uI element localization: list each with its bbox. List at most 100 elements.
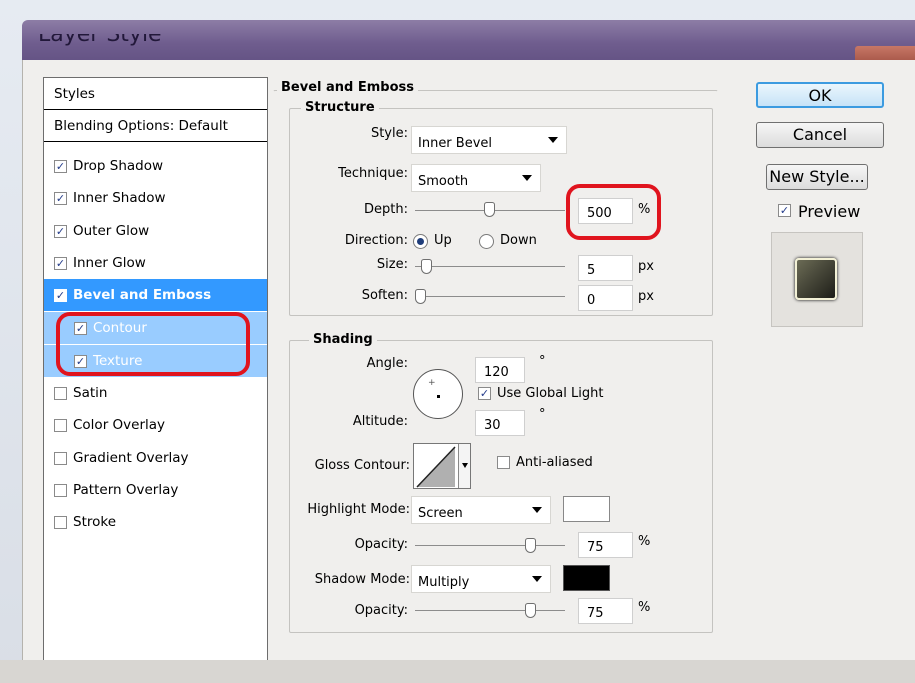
highlight-opacity-label: Opacity:	[354, 537, 408, 552]
cancel-button[interactable]: Cancel	[756, 122, 884, 148]
style-item-label: Color Overlay	[73, 417, 166, 433]
anti-aliased-checkbox[interactable]	[497, 456, 510, 469]
style-item-stroke[interactable]: Stroke	[44, 506, 267, 538]
shadow-opacity-value: 75	[587, 606, 604, 621]
new-style-button[interactable]: New Style...	[766, 164, 868, 190]
direction-down-radio[interactable]	[479, 234, 494, 249]
highlight-mode-label: Highlight Mode:	[307, 502, 410, 517]
highlight-mode-dropdown[interactable]: Screen	[411, 496, 551, 524]
shadow-opacity-slider-track[interactable]	[415, 610, 565, 611]
styles-header-label: Styles	[54, 85, 95, 102]
style-item-gradient-overlay[interactable]: Gradient Overlay	[44, 442, 267, 474]
depth-slider-thumb[interactable]	[484, 202, 495, 217]
gloss-contour-dropdown-button[interactable]	[458, 444, 470, 488]
inner-glow-checkbox[interactable]: ✓	[54, 256, 67, 270]
style-item-label: Stroke	[73, 514, 117, 530]
gloss-contour-picker[interactable]	[413, 443, 471, 489]
chevron-down-icon	[462, 463, 468, 468]
highlight-opacity-unit: %	[638, 534, 651, 549]
style-item-outer-glow[interactable]: ✓ Outer Glow	[44, 215, 267, 247]
highlight-opacity-slider-track[interactable]	[415, 545, 565, 546]
preview-label: Preview	[798, 202, 861, 221]
angle-label: Angle:	[366, 356, 408, 371]
size-slider-track[interactable]	[415, 266, 565, 267]
style-item-label: Pattern Overlay	[73, 482, 179, 498]
styles-header[interactable]: Styles	[44, 78, 267, 110]
angle-dial[interactable]: +	[413, 369, 463, 419]
outer-glow-checkbox[interactable]: ✓	[54, 224, 67, 238]
direction-up-label: Up	[434, 233, 452, 248]
technique-dropdown[interactable]: Smooth	[411, 164, 541, 192]
style-item-bevel-and-emboss[interactable]: ✓ Bevel and Emboss	[44, 279, 267, 311]
preview-checkbox[interactable]: ✓	[778, 204, 791, 217]
use-global-light-label: Use Global Light	[497, 386, 604, 401]
structure-title: Structure	[301, 100, 379, 115]
style-item-label: Satin	[73, 385, 108, 401]
style-item-drop-shadow[interactable]: ✓ Drop Shadow	[44, 150, 267, 182]
ok-button[interactable]: OK	[756, 82, 884, 108]
style-item-label: Outer Glow	[73, 223, 150, 239]
style-item-label: Gradient Overlay	[73, 450, 189, 466]
drop-shadow-checkbox[interactable]: ✓	[54, 159, 67, 173]
altitude-label: Altitude:	[352, 414, 408, 429]
soften-slider-track[interactable]	[415, 296, 565, 297]
direction-label: Direction:	[344, 233, 408, 248]
soften-input[interactable]: 0	[578, 285, 633, 311]
highlight-opacity-slider-thumb[interactable]	[525, 538, 536, 553]
chevron-down-icon	[522, 175, 532, 181]
size-slider-thumb[interactable]	[421, 259, 432, 274]
highlight-opacity-value: 75	[587, 540, 604, 555]
pattern-overlay-checkbox[interactable]	[54, 483, 67, 497]
shadow-opacity-input[interactable]: 75	[578, 598, 633, 624]
chevron-down-icon	[532, 576, 542, 582]
shadow-color-swatch[interactable]	[563, 565, 610, 591]
anti-aliased-label: Anti-aliased	[516, 455, 593, 470]
altitude-degree: °	[539, 407, 546, 422]
crosshair-icon: +	[428, 378, 436, 388]
soften-value: 0	[587, 293, 596, 308]
shadow-opacity-unit: %	[638, 600, 651, 615]
blending-options[interactable]: Blending Options: Default	[44, 110, 267, 142]
style-item-label: Inner Glow	[73, 255, 146, 271]
shadow-opacity-label: Opacity:	[354, 603, 408, 618]
shading-title: Shading	[309, 332, 377, 347]
size-input[interactable]: 5	[578, 255, 633, 281]
style-item-inner-shadow[interactable]: ✓ Inner Shadow	[44, 182, 267, 214]
angle-dial-center	[437, 395, 440, 398]
style-item-pattern-overlay[interactable]: Pattern Overlay	[44, 474, 267, 506]
bevel-style-dropdown[interactable]: Inner Bevel	[411, 126, 567, 154]
shadow-mode-dropdown[interactable]: Multiply	[411, 565, 551, 593]
highlight-mode-value: Screen	[418, 506, 463, 521]
satin-checkbox[interactable]	[54, 386, 67, 400]
size-unit: px	[638, 259, 654, 274]
style-label: Style:	[370, 126, 408, 141]
angle-input[interactable]: 120	[475, 357, 525, 383]
blending-options-label: Blending Options: Default	[54, 117, 228, 134]
use-global-light-checkbox[interactable]: ✓	[478, 387, 491, 400]
soften-label: Soften:	[361, 288, 408, 303]
soften-slider-thumb[interactable]	[415, 289, 426, 304]
angle-degree: °	[539, 354, 546, 369]
shadow-opacity-slider-thumb[interactable]	[525, 603, 536, 618]
preview-thumbnail	[771, 232, 863, 327]
soften-unit: px	[638, 289, 654, 304]
shadow-mode-value: Multiply	[418, 575, 470, 590]
direction-up-radio[interactable]	[413, 234, 428, 249]
style-item-label: Inner Shadow	[73, 190, 166, 206]
style-item-satin[interactable]: Satin	[44, 377, 267, 409]
altitude-input[interactable]: 30	[475, 410, 525, 436]
color-overlay-checkbox[interactable]	[54, 418, 67, 432]
annotation-ring-contour-texture	[56, 312, 250, 376]
contour-preview-icon	[416, 446, 456, 488]
style-item-color-overlay[interactable]: Color Overlay	[44, 409, 267, 441]
style-item-label: Drop Shadow	[73, 158, 164, 174]
highlight-opacity-input[interactable]: 75	[578, 532, 633, 558]
window-bottom-edge	[0, 660, 915, 683]
technique-value: Smooth	[418, 174, 469, 189]
highlight-color-swatch[interactable]	[563, 496, 610, 522]
gradient-overlay-checkbox[interactable]	[54, 451, 67, 465]
bevel-and-emboss-checkbox[interactable]: ✓	[54, 288, 67, 302]
inner-shadow-checkbox[interactable]: ✓	[54, 191, 67, 205]
stroke-checkbox[interactable]	[54, 515, 67, 529]
style-item-inner-glow[interactable]: ✓ Inner Glow	[44, 247, 267, 279]
